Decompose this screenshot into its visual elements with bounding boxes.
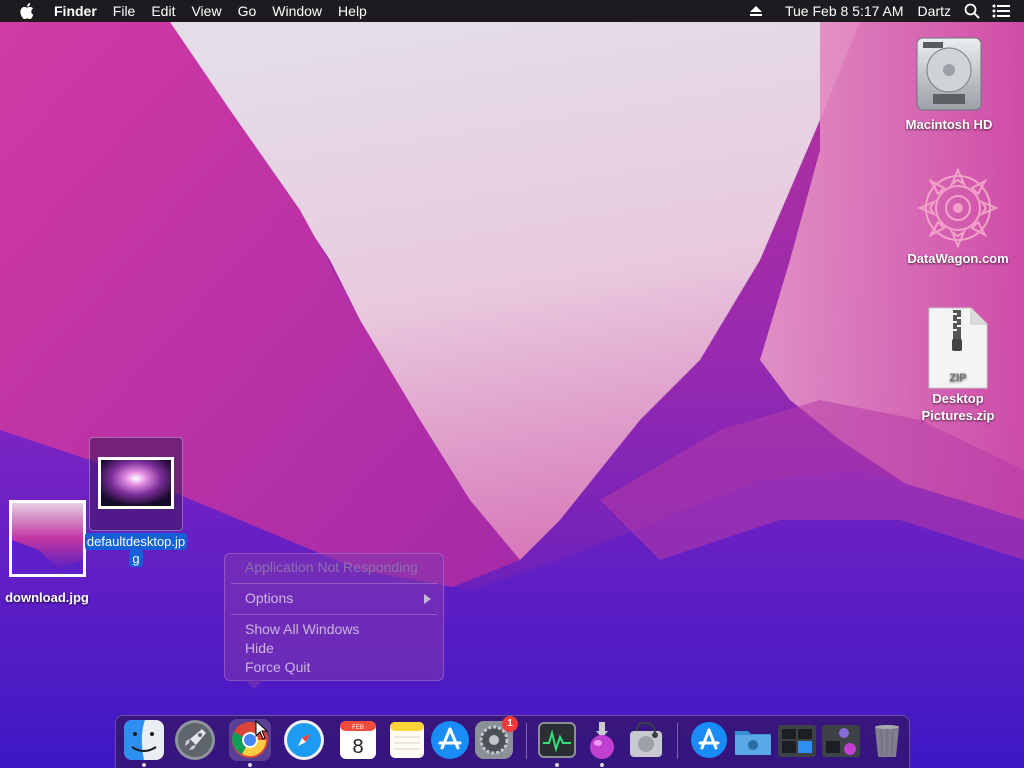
menu-window[interactable]: Window xyxy=(272,0,322,22)
desktop-icon-label: download.jpg xyxy=(5,590,89,605)
running-indicator xyxy=(600,763,604,767)
dock-app-trash[interactable] xyxy=(866,719,908,761)
app-store-icon xyxy=(691,722,727,758)
menu-separator xyxy=(231,614,437,615)
dock-app-downloads[interactable] xyxy=(732,719,774,761)
menu-user[interactable]: Dartz xyxy=(918,0,951,22)
rocket-icon xyxy=(175,720,215,760)
desktop-icon-macintosh-hd[interactable]: Macintosh HD xyxy=(895,32,1003,133)
desktop-icon-label-line1: defaultdesktop.jp xyxy=(84,533,188,550)
menu-go[interactable]: Go xyxy=(238,0,257,22)
app-store-icon xyxy=(431,721,469,759)
compass-icon xyxy=(284,720,324,760)
menu-edit[interactable]: Edit xyxy=(151,0,175,22)
folder-icon xyxy=(735,731,771,755)
menu-help[interactable]: Help xyxy=(338,0,367,22)
desktop-icon-label-line1: Desktop xyxy=(932,391,984,406)
stack-icon xyxy=(822,725,860,757)
dock-separator xyxy=(677,723,678,759)
spotlight-search-icon[interactable] xyxy=(964,3,980,19)
dock-app-installer[interactable] xyxy=(581,719,623,761)
dock-app-recent-stack[interactable] xyxy=(776,719,818,761)
dock-app-utilities-stack[interactable] xyxy=(820,719,862,761)
apple-logo-icon[interactable] xyxy=(20,3,34,19)
dock-app-safari[interactable] xyxy=(283,719,325,761)
eject-icon[interactable] xyxy=(749,6,762,16)
menu-view[interactable]: View xyxy=(191,0,221,22)
zip-file-icon: ZIP xyxy=(928,307,988,389)
running-indicator xyxy=(142,763,146,767)
running-indicator xyxy=(555,763,559,767)
notes-icon xyxy=(390,722,424,758)
menu-separator xyxy=(231,583,437,584)
dock-app-activity-monitor[interactable] xyxy=(536,719,578,761)
desktop-icon-label-line2: g xyxy=(129,550,143,567)
trash-icon xyxy=(875,725,899,757)
calendar-icon: FEB 8 xyxy=(340,721,376,759)
dock-app-app-store[interactable] xyxy=(429,719,471,761)
menu-item-force-quit[interactable]: Force Quit xyxy=(245,658,310,677)
dock-app-disk-utility[interactable] xyxy=(625,719,667,761)
dock: FEB 8 1 xyxy=(115,715,910,768)
installer-icon xyxy=(590,722,614,759)
finder-icon xyxy=(124,720,164,760)
control-center-icon[interactable] xyxy=(992,4,1010,18)
dock-app-finder[interactable] xyxy=(123,719,165,761)
menu-bar-status-area: Tue Feb 8 5:17 AM Dartz xyxy=(749,0,1024,22)
dock-app-launchpad[interactable] xyxy=(174,719,216,761)
image-thumbnail-icon xyxy=(9,500,86,577)
notification-badge: 1 xyxy=(502,716,518,732)
calendar-month: FEB xyxy=(352,725,364,731)
desktop-icon-label-line2: Pictures.zip xyxy=(921,408,995,423)
calendar-day: 8 xyxy=(352,736,363,758)
stack-icon xyxy=(778,725,816,757)
menu-pointer-tail xyxy=(245,680,263,689)
mandala-logo-icon xyxy=(917,167,999,249)
activity-monitor-icon xyxy=(538,722,576,758)
image-thumbnail-icon xyxy=(98,457,174,509)
menu-item-hide[interactable]: Hide xyxy=(245,639,274,658)
hard-drive-icon xyxy=(916,37,982,111)
running-indicator xyxy=(248,763,252,767)
desktop-wallpaper xyxy=(0,0,1024,768)
menu-file[interactable]: File xyxy=(113,0,136,22)
dock-app-applications[interactable] xyxy=(688,719,730,761)
menu-bar: Finder File Edit View Go Window Help Tue… xyxy=(0,0,1024,22)
dock-app-notes[interactable] xyxy=(386,719,428,761)
mouse-cursor-icon xyxy=(255,720,269,740)
desktop-icon-label: Macintosh HD xyxy=(905,117,993,132)
menu-clock[interactable]: Tue Feb 8 5:17 AM xyxy=(785,0,904,22)
menu-app-finder[interactable]: Finder xyxy=(54,0,97,22)
desktop-icon-datawagon[interactable]: DataWagon.com xyxy=(898,166,1018,267)
desktop-icon-label: DataWagon.com xyxy=(907,251,1009,266)
menu-item-not-responding: Application Not Responding xyxy=(245,559,418,575)
menu-item-options[interactable]: Options xyxy=(245,589,293,608)
disk-utility-icon xyxy=(630,721,662,757)
desktop-icon-desktop-pictures-zip[interactable]: ZIP Desktop Pictures.zip xyxy=(903,306,1013,424)
submenu-arrow-icon xyxy=(424,594,431,604)
zip-badge-text: ZIP xyxy=(949,372,966,384)
dock-separator xyxy=(526,723,527,759)
dock-app-system-preferences[interactable]: 1 xyxy=(473,716,518,761)
menu-item-show-all-windows[interactable]: Show All Windows xyxy=(245,620,359,639)
dock-app-calendar[interactable]: FEB 8 xyxy=(337,719,379,761)
dock-context-menu: Application Not Responding Options Show … xyxy=(224,553,444,689)
